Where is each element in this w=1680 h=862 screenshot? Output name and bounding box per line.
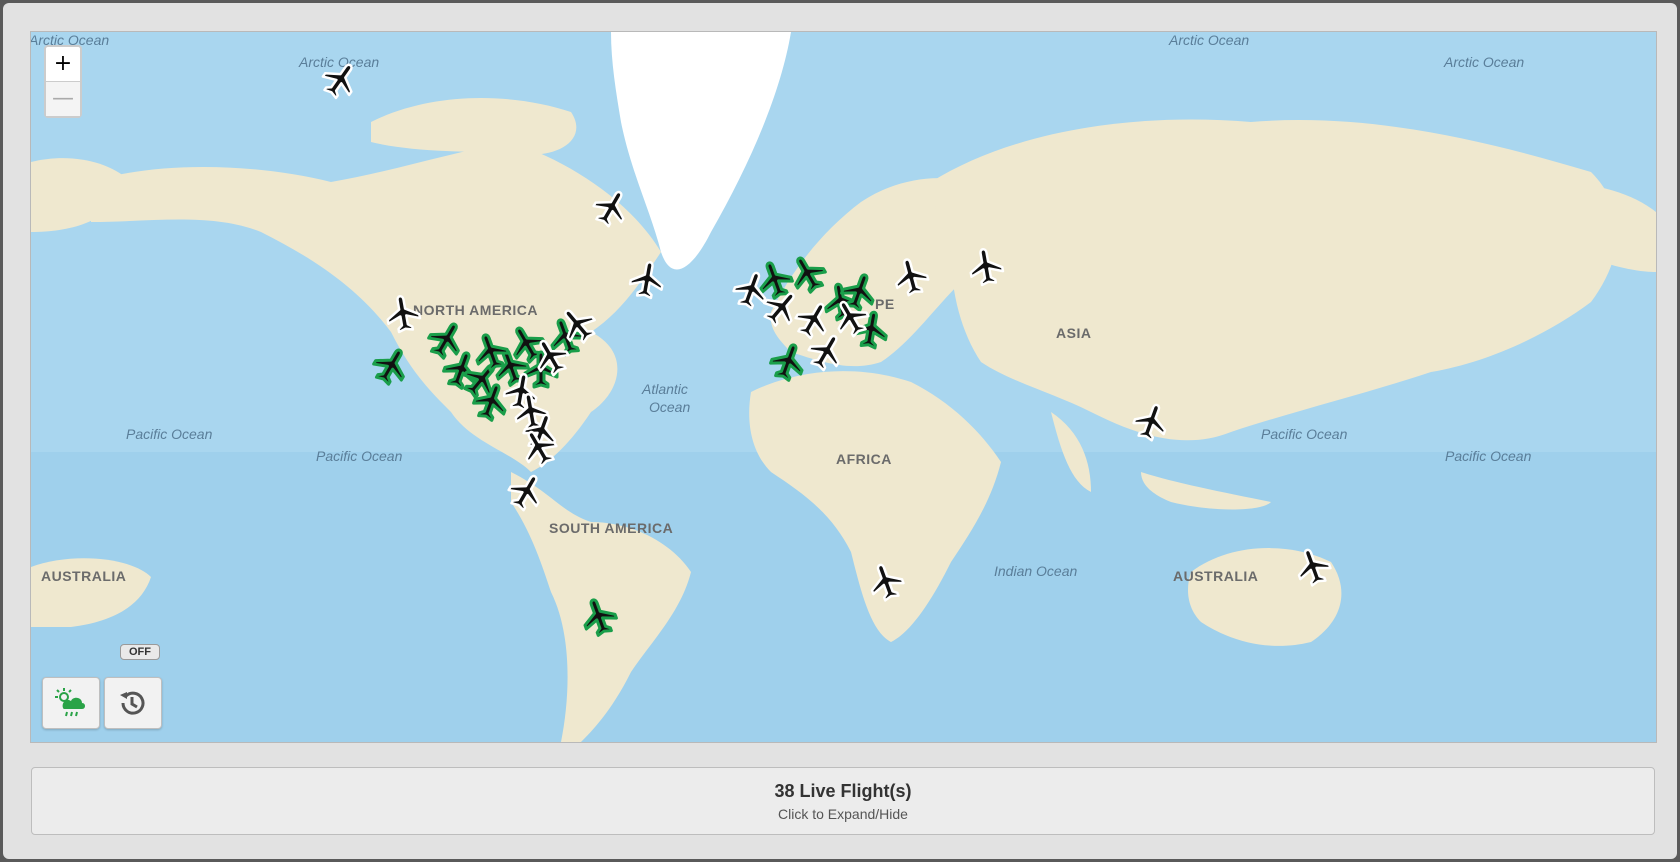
plane-marker-icon[interactable] bbox=[471, 332, 511, 372]
plane-marker-icon[interactable] bbox=[506, 472, 546, 512]
map-label: Arctic Ocean bbox=[1169, 32, 1250, 48]
map-label: ASIA bbox=[1056, 325, 1092, 341]
map-label: Pacific Ocean bbox=[316, 448, 403, 464]
plane-marker-icon[interactable] bbox=[371, 346, 411, 386]
plane-marker-icon[interactable] bbox=[768, 342, 808, 382]
plane-marker-icon[interactable] bbox=[591, 188, 631, 228]
flights-count-title: 38 Live Flight(s) bbox=[774, 781, 912, 801]
plane-marker-icon[interactable] bbox=[788, 254, 828, 294]
plane-marker-icon[interactable] bbox=[627, 260, 667, 300]
map-label: AFRICA bbox=[836, 451, 892, 467]
history-icon bbox=[120, 691, 145, 715]
map-label: AUSTRALIA bbox=[1173, 568, 1259, 584]
history-state-badge: OFF bbox=[120, 644, 160, 660]
plane-marker-icon[interactable] bbox=[320, 60, 360, 100]
zoom-in-button[interactable]: + bbox=[46, 47, 80, 81]
map-label: Pacific Ocean bbox=[1261, 426, 1348, 442]
map-label: Atlantic bbox=[642, 381, 688, 397]
plane-marker-icon[interactable] bbox=[579, 597, 619, 637]
weather-icon bbox=[55, 688, 85, 717]
weather-toggle-button[interactable] bbox=[42, 677, 100, 729]
plane-marker-icon[interactable] bbox=[891, 257, 931, 297]
zoom-control: + — bbox=[44, 45, 82, 118]
map-label: Arctic Ocean bbox=[1444, 54, 1525, 70]
plane-marker-icon[interactable] bbox=[966, 247, 1006, 287]
plane-marker-icon[interactable] bbox=[831, 298, 871, 338]
plane-marker-icon[interactable] bbox=[1131, 402, 1171, 442]
map-label: Pacific Ocean bbox=[126, 426, 213, 442]
map-label: Pacific Ocean bbox=[1445, 448, 1532, 464]
plane-marker-icon[interactable] bbox=[531, 337, 571, 377]
map-label: SOUTH AMERICA bbox=[549, 520, 674, 536]
app-frame: Arctic Ocean Arctic Ocean Arctic Ocean A… bbox=[3, 3, 1677, 859]
map-label: Indian Ocean bbox=[994, 563, 1078, 579]
map-label: AUSTRALIA bbox=[41, 568, 127, 584]
plane-marker-icon[interactable] bbox=[383, 294, 423, 334]
zoom-out-button[interactable]: — bbox=[46, 81, 80, 116]
flight-map[interactable]: Arctic Ocean Arctic Ocean Arctic Ocean A… bbox=[30, 31, 1657, 743]
world-basemap bbox=[31, 32, 1656, 742]
history-toggle-button[interactable] bbox=[104, 677, 162, 729]
flights-panel[interactable]: 38 Live Flight(s) Click to Expand/Hide bbox=[31, 767, 1655, 835]
plane-marker-icon[interactable] bbox=[519, 428, 559, 468]
plane-marker-icon[interactable] bbox=[1293, 547, 1333, 587]
plane-marker-icon[interactable] bbox=[866, 562, 906, 602]
flights-panel-subtitle: Click to Expand/Hide bbox=[778, 806, 908, 822]
map-label: NORTH AMERICA bbox=[413, 302, 538, 318]
map-label: Ocean bbox=[649, 399, 691, 415]
